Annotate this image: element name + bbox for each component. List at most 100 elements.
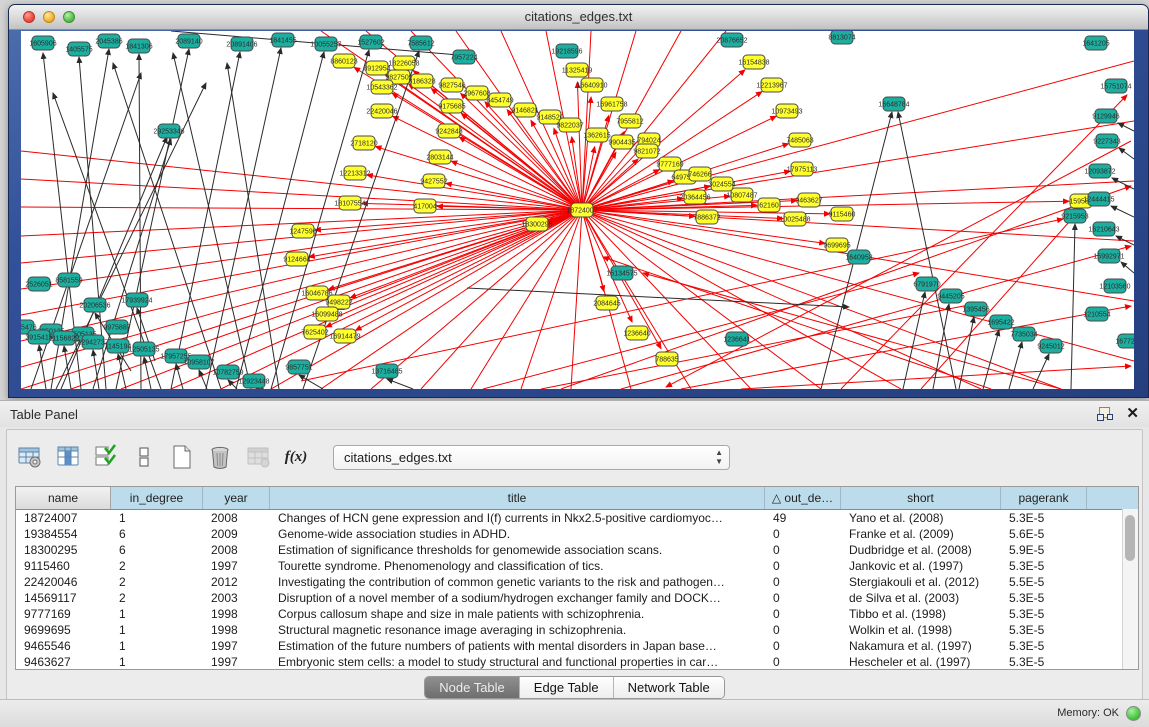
graph-node[interactable]: 1677205 <box>1115 334 1134 348</box>
table-cell[interactable]: 1997 <box>203 655 270 669</box>
graph-node[interactable]: 9777169 <box>656 157 683 171</box>
table-cell[interactable]: 9465546 <box>16 639 111 653</box>
graph-node[interactable]: 20891406 <box>226 37 257 51</box>
column-header-short[interactable]: short <box>841 487 1001 509</box>
graph-node[interactable]: 9857751 <box>285 360 312 374</box>
graph-node[interactable]: 2089140 <box>175 34 202 48</box>
graph-node[interactable]: 1236640 <box>623 326 650 340</box>
graph-node[interactable]: 12093872 <box>1084 164 1115 178</box>
table-cell[interactable]: 14569117 <box>16 591 111 605</box>
graph-node[interactable]: 18300295 <box>521 217 552 231</box>
graph-node[interactable]: 1641205 <box>1082 36 1109 50</box>
table-cell[interactable]: de Silva et al. (2003) <box>841 591 1001 605</box>
table-cell[interactable]: 0 <box>765 655 841 669</box>
graph-node[interactable]: 9146821 <box>511 103 538 117</box>
table-settings-icon[interactable] <box>15 442 45 472</box>
network-canvas[interactable]: 1872400788601238912954182260589827509818… <box>21 31 1134 389</box>
table-cell[interactable]: 19384554 <box>16 527 111 541</box>
graph-node[interactable]: 417004 <box>413 199 436 213</box>
graph-node[interactable]: 16099488 <box>311 307 342 321</box>
table-cell[interactable]: 2008 <box>203 511 270 525</box>
table-cell[interactable]: 2 <box>111 559 203 573</box>
column-chooser-icon[interactable] <box>53 442 83 472</box>
table-cell[interactable]: Jankovic et al. (1997) <box>841 559 1001 573</box>
graph-node[interactable]: 16210643 <box>1088 222 1119 236</box>
graph-node[interactable]: 8581559 <box>55 273 82 287</box>
table-cell[interactable]: 5.9E-5 <box>1001 543 1087 557</box>
table-cell[interactable]: 49 <box>765 511 841 525</box>
tab-edge-table[interactable]: Edge Table <box>520 677 614 698</box>
table-cell[interactable]: 6 <box>111 543 203 557</box>
table-row[interactable]: 946554611997Estimation of the future num… <box>16 638 1138 654</box>
table-cell[interactable]: Hescheler et al. (1997) <box>841 655 1001 669</box>
graph-node[interactable]: 9822037 <box>556 118 583 132</box>
graph-node[interactable]: 1527602 <box>357 35 384 49</box>
graph-node[interactable]: 2526051 <box>25 277 52 291</box>
graph-node[interactable]: 8454749 <box>486 93 513 107</box>
graph-node[interactable]: 10958107 <box>183 355 214 369</box>
delete-table-icon[interactable] <box>205 442 235 472</box>
table-cell[interactable]: 5.3E-5 <box>1001 607 1087 621</box>
import-table-icon[interactable] <box>243 442 273 472</box>
graph-node[interactable]: 7485063 <box>786 133 813 147</box>
table-cell[interactable]: 5.5E-5 <box>1001 575 1087 589</box>
graph-node[interactable]: 8860123 <box>330 54 357 68</box>
graph-node[interactable]: 20206536 <box>79 298 110 312</box>
table-row[interactable]: 977716911998Corpus callosum shape and si… <box>16 606 1138 622</box>
column-header-title[interactable]: title <box>270 487 765 509</box>
table-cell[interactable]: Yano et al. (2008) <box>841 511 1001 525</box>
graph-node[interactable]: 10025488 <box>779 212 810 226</box>
table-cell[interactable]: 9777169 <box>16 607 111 621</box>
graph-node[interactable]: 9215953 <box>1061 209 1088 223</box>
table-cell[interactable]: 1997 <box>203 559 270 573</box>
graph-node[interactable]: 8813074 <box>828 31 855 44</box>
graph-node[interactable]: 9463627 <box>795 193 822 207</box>
graph-node[interactable]: 2718120 <box>350 136 377 150</box>
table-cell[interactable]: Disruption of a novel member of a sodium… <box>270 591 765 605</box>
table-cell[interactable]: 9463627 <box>16 655 111 669</box>
graph-node[interactable]: 1640953 <box>845 250 872 264</box>
graph-node[interactable]: 16914479 <box>329 329 360 343</box>
graph-node[interactable]: 10973493 <box>771 104 802 118</box>
graph-node[interactable]: 9245012 <box>1037 339 1064 353</box>
graph-node[interactable]: 12103560 <box>1099 279 1130 293</box>
table-cell[interactable]: 2 <box>111 591 203 605</box>
graph-node[interactable]: 15751074 <box>1100 79 1131 93</box>
graph-node[interactable]: 18107554 <box>334 196 365 210</box>
graph-node[interactable]: 9904435 <box>608 135 635 149</box>
table-cell[interactable]: 5.3E-5 <box>1001 511 1087 525</box>
table-cell[interactable]: 9699695 <box>16 623 111 637</box>
graph-node[interactable]: 9124664 <box>283 252 310 266</box>
table-cell[interactable]: Nakamura et al. (1997) <box>841 639 1001 653</box>
graph-node[interactable]: 7957224 <box>450 50 477 64</box>
graph-node[interactable]: 746266 <box>688 167 711 181</box>
graph-node[interactable]: 12923448 <box>238 374 269 388</box>
table-cell[interactable]: 1 <box>111 511 203 525</box>
graph-node[interactable]: 10543362 <box>366 80 397 94</box>
graph-node[interactable]: 3024554 <box>708 177 735 191</box>
graph-node[interactable]: 6791970 <box>913 277 940 291</box>
graph-node[interactable]: 10782759 <box>212 365 243 379</box>
graph-node[interactable]: 18226058 <box>388 56 419 70</box>
graph-node[interactable]: 9821072 <box>633 144 660 158</box>
table-cell[interactable]: 1997 <box>203 639 270 653</box>
table-cell[interactable]: 0 <box>765 527 841 541</box>
table-cell[interactable]: 2009 <box>203 527 270 541</box>
table-cell[interactable]: 5.3E-5 <box>1001 623 1087 637</box>
graph-node[interactable]: 18724007 <box>566 203 597 217</box>
table-cell[interactable]: Investigating the contribution of common… <box>270 575 765 589</box>
table-cell[interactable]: Franke et al. (2009) <box>841 527 1001 541</box>
graph-node[interactable]: 9129946 <box>1092 109 1119 123</box>
graph-node[interactable]: 7955812 <box>616 114 643 128</box>
graph-node[interactable]: 17939924 <box>121 293 152 307</box>
table-cell[interactable]: 1998 <box>203 607 270 621</box>
column-header-year[interactable]: year <box>203 487 270 509</box>
table-cell[interactable]: 0 <box>765 559 841 573</box>
table-cell[interactable]: Stergiakouli et al. (2012) <box>841 575 1001 589</box>
graph-node[interactable]: 11325419 <box>562 63 593 77</box>
column-header-pagerank[interactable]: pagerank <box>1001 487 1087 509</box>
function-builder-icon[interactable]: f(x) <box>281 442 311 472</box>
table-source-select[interactable]: citations_edges.txt ▲▼ <box>333 445 730 470</box>
table-cell[interactable]: 18724007 <box>16 511 111 525</box>
table-cell[interactable]: Structural magnetic resonance image aver… <box>270 623 765 637</box>
